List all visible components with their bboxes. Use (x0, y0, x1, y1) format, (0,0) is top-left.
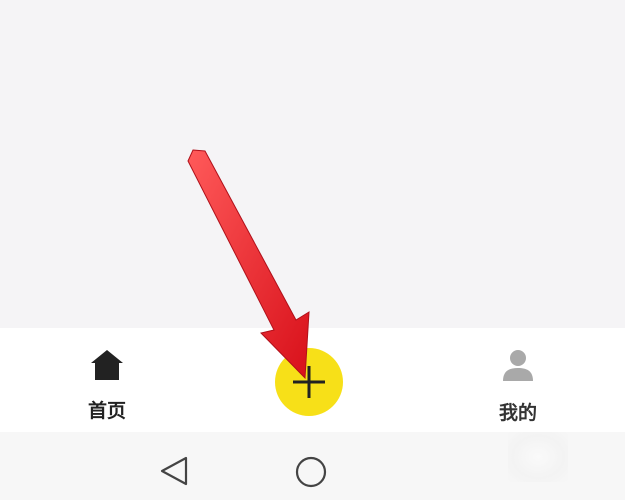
back-triangle-icon[interactable] (158, 455, 190, 487)
person-icon (503, 350, 533, 381)
add-button[interactable] (275, 348, 343, 416)
content-area (0, 0, 625, 328)
tab-mine-label: 我的 (498, 402, 537, 424)
system-navigation-bar (0, 432, 625, 500)
app-screen: 首页 我的 (0, 0, 625, 500)
tab-mine[interactable]: 我的 (468, 328, 568, 432)
tab-home[interactable]: 首页 (57, 328, 157, 432)
home-circle-icon[interactable] (294, 455, 328, 489)
nav-overlay-blur (508, 432, 568, 482)
tab-home-label: 首页 (87, 400, 126, 422)
plus-icon (293, 366, 325, 398)
home-icon (91, 350, 123, 380)
